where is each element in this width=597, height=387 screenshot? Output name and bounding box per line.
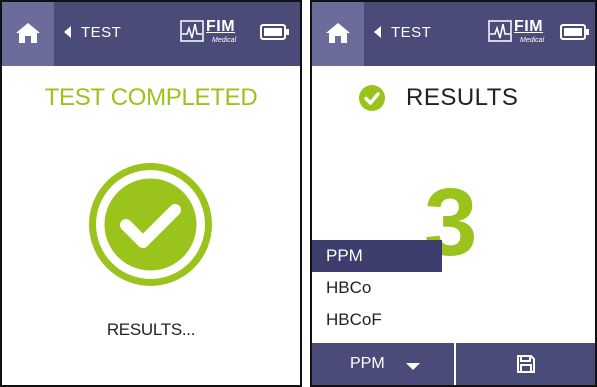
unit-dropdown-menu: PPM HBCo HBCoF	[312, 240, 442, 336]
back-button[interactable]: TEST	[64, 24, 121, 41]
bottom-bar: PPM	[312, 343, 595, 385]
unit-option-hbco[interactable]: HBCo	[312, 272, 442, 304]
battery-icon	[560, 24, 589, 40]
save-icon	[517, 355, 535, 373]
back-label: TEST	[81, 24, 122, 41]
battery-icon	[260, 24, 289, 40]
header: TEST FIM Medical	[2, 2, 300, 66]
logo-text: FIM	[514, 18, 544, 35]
back-label: TEST	[391, 24, 432, 41]
home-icon	[16, 23, 40, 43]
test-completed-screen: TEST FIM Medical TEST COMPLETED RESULTS.…	[0, 0, 302, 387]
unit-option-ppm[interactable]: PPM	[312, 240, 442, 272]
save-button[interactable]	[456, 343, 595, 385]
results-screen: TEST FIM Medical RESULTS 3 PPM HBCo HBCo…	[310, 0, 597, 387]
header: TEST FIM Medical	[312, 2, 595, 66]
home-button[interactable]	[312, 2, 364, 66]
fim-logo-icon	[488, 20, 512, 42]
check-circle-icon	[89, 163, 212, 286]
unit-select-button[interactable]: PPM	[312, 343, 454, 385]
logo-subtext: Medical	[520, 37, 545, 44]
page-title: RESULTS	[406, 84, 519, 111]
home-button[interactable]	[2, 2, 54, 66]
home-icon	[326, 23, 350, 43]
logo-text: FIM	[206, 18, 236, 35]
chevron-down-icon	[406, 363, 420, 370]
fim-logo: FIM Medical	[180, 18, 244, 48]
fim-logo-icon	[180, 20, 204, 42]
back-arrow-icon	[374, 26, 381, 38]
results-status: RESULTS...	[106, 320, 196, 339]
back-arrow-icon	[64, 26, 71, 38]
unit-select-label: PPM	[350, 355, 385, 372]
page-title: TEST COMPLETED	[44, 84, 258, 111]
logo-subtext: Medical	[212, 37, 237, 44]
back-button[interactable]: TEST	[374, 24, 431, 41]
fim-logo: FIM Medical	[488, 18, 552, 48]
unit-option-hbcof[interactable]: HBCoF	[312, 304, 442, 336]
check-circle-icon	[359, 85, 385, 111]
